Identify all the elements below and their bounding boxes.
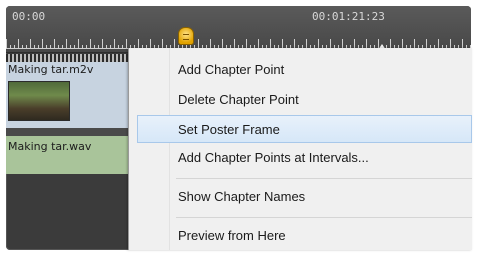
track-separator <box>6 128 134 136</box>
video-thumbnail <box>8 81 70 121</box>
menu-item-delete-chapter-point[interactable]: Delete Chapter Point <box>129 86 472 114</box>
playhead-icon[interactable] <box>178 27 194 45</box>
timeline-ruler[interactable]: 00:00 00:01:21:23 <box>6 6 471 53</box>
menu-item-add-chapter-point[interactable]: Add Chapter Point <box>129 56 472 84</box>
audio-clip-label: Making tar.wav <box>8 140 92 153</box>
menu-item-set-poster-frame[interactable]: Set Poster Frame <box>137 115 472 143</box>
timecode-start: 00:00 <box>12 10 46 23</box>
timecode-mid: 00:01:21:23 <box>312 10 385 23</box>
video-track[interactable]: Making tar.m2v <box>6 54 134 128</box>
menu-separator <box>176 178 472 179</box>
menu-separator <box>176 217 472 218</box>
menu-item-show-chapter-names[interactable]: Show Chapter Names <box>129 183 472 211</box>
context-menu: Add Chapter Point Delete Chapter Point S… <box>128 48 472 250</box>
menu-item-preview-from-here[interactable]: Preview from Here <box>129 222 472 250</box>
video-clip-label: Making tar.m2v <box>8 63 94 76</box>
video-clip-header <box>6 54 134 62</box>
audio-track[interactable]: Making tar.wav <box>6 136 134 174</box>
menu-item-add-chapter-points-intervals[interactable]: Add Chapter Points at Intervals... <box>129 144 472 172</box>
